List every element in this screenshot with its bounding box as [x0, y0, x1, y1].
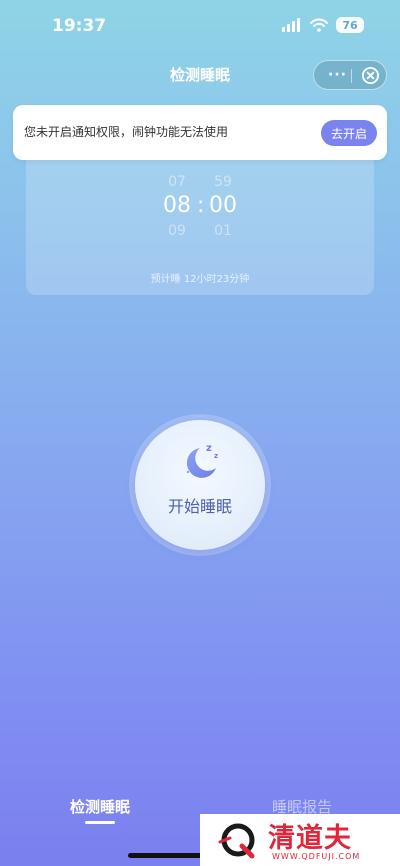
signal-icon	[282, 18, 300, 32]
hour-selected[interactable]: 08	[155, 193, 199, 218]
minute-selected[interactable]: 00	[201, 193, 245, 218]
status-time: 19:37	[52, 16, 107, 36]
close-icon[interactable]	[361, 66, 380, 85]
enable-notification-button[interactable]: 去开启	[321, 120, 377, 146]
watermark-name: 清道夫	[268, 823, 352, 854]
mini-program-capsule: ···	[313, 60, 387, 90]
svg-text:z: z	[206, 443, 212, 454]
status-bar: 19:37 76	[0, 0, 400, 52]
battery-icon: 76	[336, 17, 364, 33]
start-sleep-label[interactable]: 开始睡眠	[0, 493, 400, 517]
svg-text:z: z	[214, 452, 218, 460]
active-tab-indicator	[85, 821, 115, 824]
minute-next[interactable]: 01	[201, 223, 245, 239]
hour-next[interactable]: 09	[155, 223, 199, 239]
minute-prev[interactable]: 59	[201, 174, 245, 190]
watermark-logo-icon	[218, 823, 255, 859]
wifi-icon	[310, 18, 328, 32]
capsule-divider	[351, 69, 352, 83]
status-icons: 76	[282, 17, 364, 33]
notification-text: 您未开启通知权限，闹钟功能无法使用	[24, 125, 229, 139]
watermark-url: WWW.QDFUJI.COM	[272, 852, 361, 861]
sleep-estimate: 预计睡 12小时23分钟	[150, 274, 250, 285]
tab-detect-sleep[interactable]: 检测睡眠	[60, 796, 140, 817]
moon-sleep-icon: z z	[186, 443, 218, 478]
watermark: 清道夫 WWW.QDFUJI.COM	[200, 814, 400, 866]
hour-prev[interactable]: 07	[155, 174, 199, 190]
more-button[interactable]: ···	[328, 67, 347, 83]
